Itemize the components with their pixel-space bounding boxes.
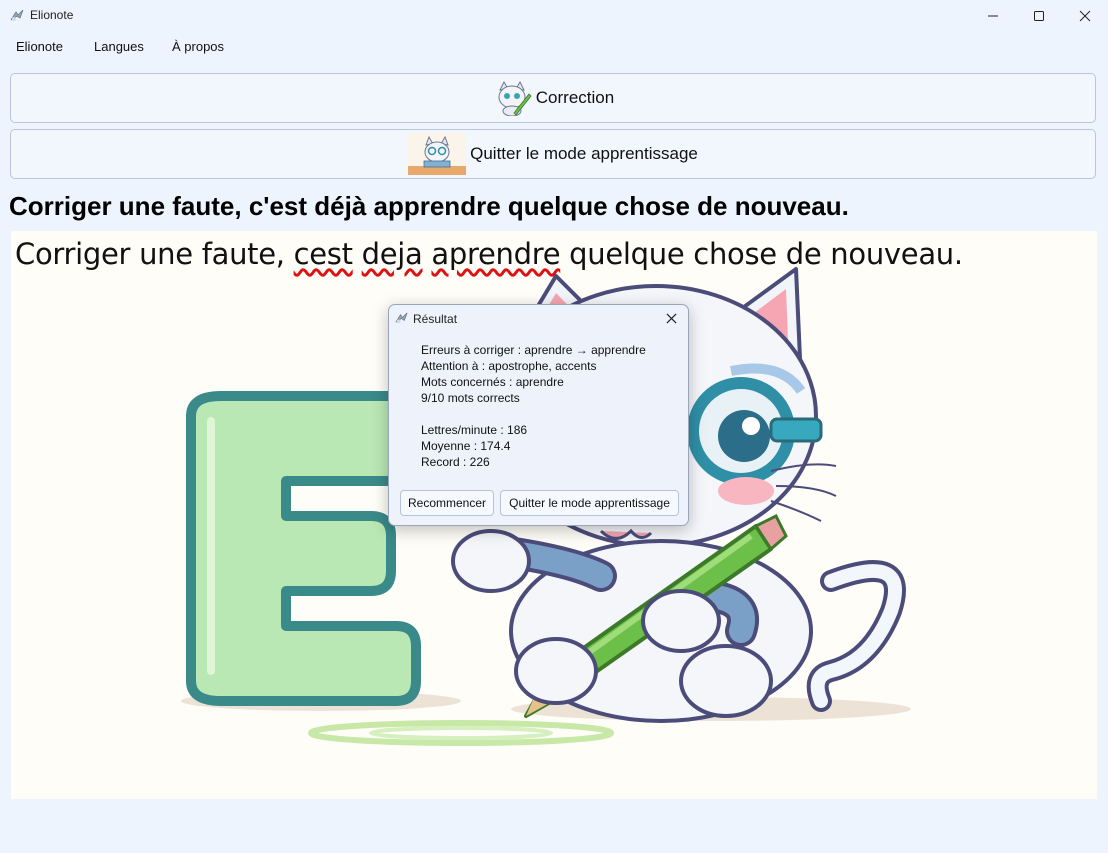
errors-line: Erreurs à corriger : aprendre → apprendr…: [421, 343, 646, 357]
minimize-icon: [988, 15, 998, 16]
quit-learning-mode-button[interactable]: Quitter le mode apprentissage: [10, 129, 1096, 179]
model-sentence: Corriger une faute, c'est déjà apprendre…: [9, 191, 849, 221]
close-icon: [665, 312, 677, 324]
result-dialog: Résultat Erreurs à corriger : aprendre →…: [388, 304, 689, 526]
attention-line: Attention à : apostrophe, accents: [421, 359, 597, 373]
minimize-button[interactable]: [970, 0, 1016, 31]
window-title: Elionote: [30, 8, 74, 22]
spelling-error: cest: [293, 237, 353, 271]
letters-per-minute-line: Lettres/minute : 186: [421, 423, 528, 437]
spelling-error: deja: [361, 237, 423, 271]
menu-a-propos[interactable]: À propos: [172, 39, 224, 54]
maximize-icon: [1034, 10, 1044, 21]
close-icon: [1079, 10, 1091, 21]
quit-learning-mode-label: Quitter le mode apprentissage: [470, 144, 698, 163]
spelling-error: aprendre: [431, 237, 561, 271]
correction-label: Correction: [535, 88, 615, 107]
menu-langues[interactable]: Langues: [94, 39, 144, 54]
close-button[interactable]: [1062, 0, 1108, 31]
average-line: Moyenne : 174.4: [421, 439, 511, 453]
dialog-quit-learning-mode-button[interactable]: Quitter le mode apprentissage: [500, 490, 679, 516]
typed-text-end: quelque chose de nouveau.: [560, 237, 963, 271]
cat-glasses-icon: [408, 133, 467, 175]
correct-words-line: 9/10 mots corrects: [421, 391, 520, 405]
app-logo-icon: [10, 9, 24, 21]
title-bar: Elionote: [0, 0, 1108, 31]
correction-button[interactable]: Correction: [10, 73, 1096, 123]
typed-text-start: Corriger une faute,: [15, 237, 294, 271]
typed-space: [353, 237, 362, 271]
maximize-button[interactable]: [1016, 0, 1062, 31]
menu-elionote[interactable]: Elionote: [16, 39, 63, 54]
cat-pencil-icon: [498, 80, 532, 116]
dialog-title: Résultat: [413, 312, 458, 326]
app-logo-icon: [395, 312, 408, 324]
record-line: Record : 226: [421, 455, 490, 469]
typed-sentence[interactable]: Corriger une faute, cest deja aprendre q…: [15, 237, 963, 271]
dialog-close-button[interactable]: [662, 309, 680, 327]
restart-button[interactable]: Recommencer: [400, 490, 494, 516]
words-concerned-line: Mots concernés : aprendre: [421, 375, 564, 389]
